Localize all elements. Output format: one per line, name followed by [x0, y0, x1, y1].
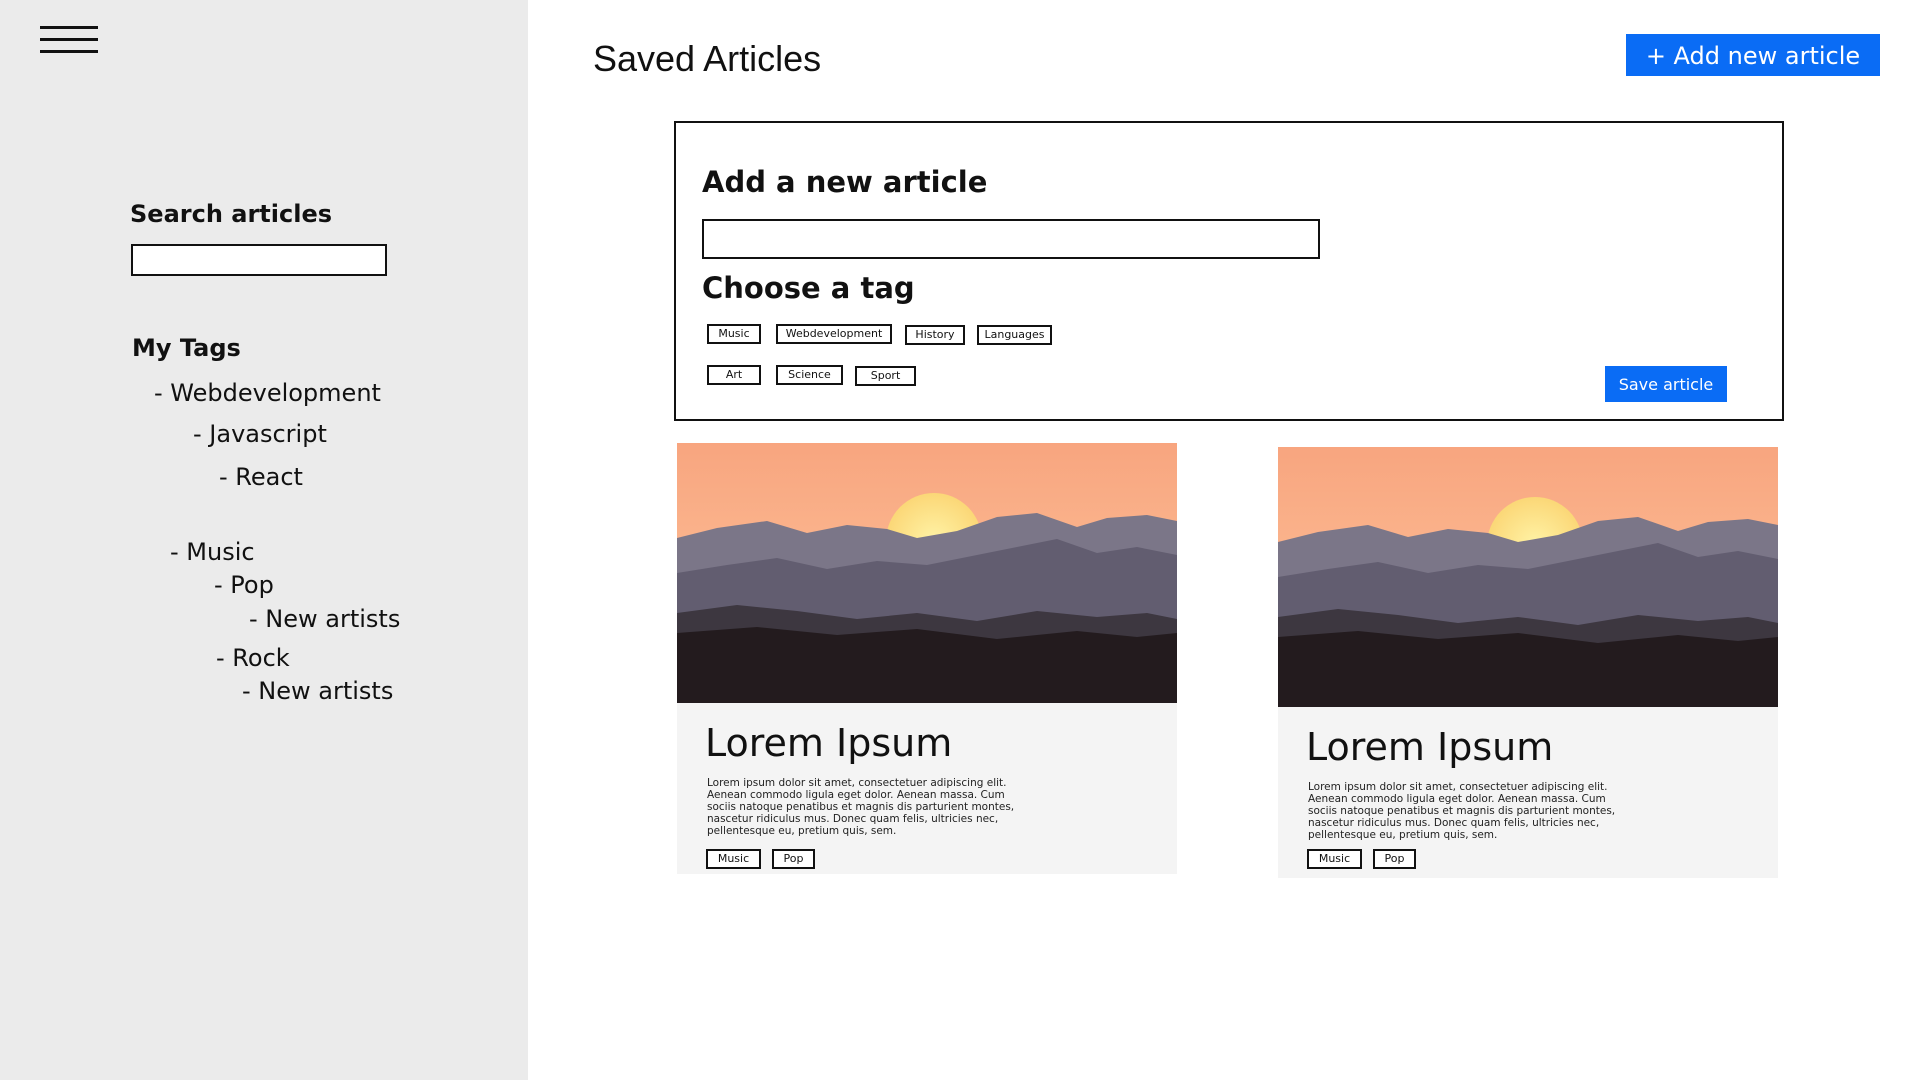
- tag-chip-sport[interactable]: Sport: [855, 366, 916, 386]
- tag-tree-item-javascript[interactable]: - Javascript: [193, 420, 327, 448]
- sidebar: Search articles My Tags - Webdevelopment…: [0, 0, 528, 1080]
- card-tag-pop[interactable]: Pop: [772, 849, 815, 869]
- card-tag-music[interactable]: Music: [1307, 849, 1362, 869]
- hamburger-menu-icon[interactable]: [40, 24, 100, 56]
- card-title: Lorem Ipsum: [705, 721, 953, 765]
- menu-line: [40, 50, 98, 53]
- tag-chip-science[interactable]: Science: [776, 365, 843, 385]
- card-body: Lorem ipsum dolor sit amet, consectetuer…: [1308, 781, 1616, 841]
- search-input[interactable]: [131, 244, 387, 276]
- tag-tree-item-pop[interactable]: - Pop: [214, 571, 274, 599]
- tag-tree-item-rock-new-artists[interactable]: - New artists: [242, 677, 393, 705]
- tag-tree-item-react[interactable]: - React: [219, 463, 303, 491]
- card-body: Lorem ipsum dolor sit amet, consectetuer…: [707, 777, 1015, 837]
- card-title: Lorem Ipsum: [1306, 725, 1554, 769]
- add-article-form: Add a new article Choose a tag Music Web…: [674, 121, 1784, 421]
- article-card[interactable]: Lorem Ipsum Lorem ipsum dolor sit amet, …: [1278, 447, 1778, 878]
- card-tag-pop[interactable]: Pop: [1373, 849, 1416, 869]
- sunset-mountains-image: [1278, 447, 1778, 707]
- tag-tree-item-music[interactable]: - Music: [170, 538, 255, 566]
- menu-line: [40, 26, 98, 29]
- tag-chip-history[interactable]: History: [905, 325, 965, 345]
- tag-chip-music[interactable]: Music: [707, 324, 761, 344]
- page-title: Saved Articles: [593, 38, 822, 79]
- tag-chip-languages[interactable]: Languages: [977, 325, 1052, 345]
- article-input[interactable]: [702, 219, 1320, 259]
- card-tag-music[interactable]: Music: [706, 849, 761, 869]
- my-tags-title: My Tags: [132, 334, 241, 362]
- tag-chip-art[interactable]: Art: [707, 365, 761, 385]
- tag-tree-item-pop-new-artists[interactable]: - New artists: [249, 605, 400, 633]
- search-label: Search articles: [130, 200, 333, 228]
- add-new-article-button[interactable]: + Add new article: [1626, 34, 1880, 76]
- form-heading: Add a new article: [702, 165, 988, 199]
- save-article-button[interactable]: Save article: [1605, 366, 1727, 402]
- tag-tree-item-webdevelopment[interactable]: - Webdevelopment: [154, 379, 381, 407]
- menu-line: [40, 38, 98, 41]
- tag-tree-item-rock[interactable]: - Rock: [216, 644, 290, 672]
- choose-tag-heading: Choose a tag: [702, 271, 915, 305]
- sunset-mountains-image: [677, 443, 1177, 703]
- article-card[interactable]: Lorem Ipsum Lorem ipsum dolor sit amet, …: [677, 443, 1177, 874]
- tag-chip-webdevelopment[interactable]: Webdevelopment: [776, 324, 892, 344]
